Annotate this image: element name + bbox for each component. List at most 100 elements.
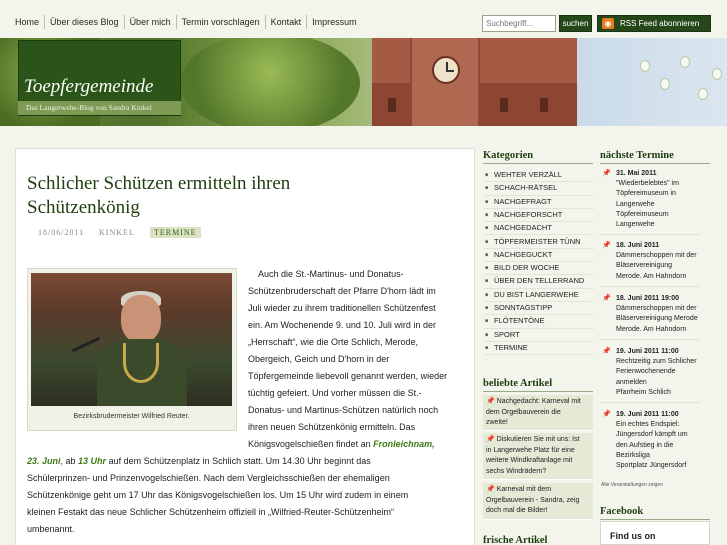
nav-suggest-event[interactable]: Termin vorschlagen	[175, 15, 265, 29]
balloons-image	[630, 48, 727, 126]
body-line: ihren neuen Schützenkönig ermitteln. Das	[248, 422, 416, 432]
event-date: 19. Juni 2011 11:00	[616, 411, 679, 418]
event-date: 18. Juni 2011 19:00	[616, 295, 680, 302]
body-line: Schützenkönige geht um 17 Uhr das Königs…	[27, 490, 409, 500]
event-item[interactable]: 📌 19. Juni 2011 11:00 Ein echtes Endspie…	[600, 410, 700, 475]
highlight-link[interactable]: Fronleichnam,	[373, 439, 435, 449]
event-text: Ein echtes Endspiel:	[616, 421, 680, 429]
window	[540, 98, 548, 112]
post-title-line: Schlicher Schützen ermitteln ihren	[27, 173, 291, 194]
nav-home[interactable]: Home	[10, 15, 44, 29]
category-item[interactable]: ÜBER DEN TELLERRAND	[484, 275, 594, 289]
category-item[interactable]: NACHGEGUCKT	[484, 249, 594, 263]
search-input[interactable]	[482, 15, 556, 32]
category-item[interactable]: SCHACH-RÄTSEL	[484, 182, 594, 196]
pin-icon: 📌	[486, 398, 495, 405]
body-line: Königsvogelschießen findet an Fronleichn…	[248, 436, 435, 453]
event-text: Ferienwochenende	[616, 368, 676, 376]
body-line: Donatus- und Martinus-Schützen natürlich…	[248, 405, 439, 415]
clock-icon	[432, 56, 460, 84]
category-item[interactable]: SPORT	[484, 329, 594, 342]
event-text: Dämmerschoppen mit der	[616, 305, 697, 313]
event-date: 19. Juni 2011 11:00	[616, 348, 679, 355]
body-line: 23. Juni, ab 13 Uhr auf dem Schützenplat…	[27, 453, 371, 470]
body-line: Obergeich, Geich und D'horn in der	[248, 354, 390, 364]
body-line: Schützenbruderschaft der Pfarre D'horn l…	[248, 286, 436, 296]
post-author[interactable]: KINKEL	[99, 228, 135, 237]
category-item[interactable]: NACHGEFRAGT	[484, 196, 594, 209]
facebook-find-us: Find us on	[610, 531, 656, 541]
event-item[interactable]: 📌 18. Juni 2011 19:00 Dämmerschoppen mit…	[600, 294, 700, 340]
category-item[interactable]: WEHTER VERZÄLL	[484, 169, 594, 183]
event-text: Merode. Am Hahndorn	[616, 272, 687, 280]
popular-text: Diskutieren Sie mit uns: Ist	[496, 436, 580, 443]
category-item[interactable]: TÖPFERMEISTER TÜNN	[484, 236, 594, 249]
body-line: Juli wieder zu ihrem traditionellen Schü…	[248, 303, 436, 313]
rss-label: RSS Feed abonnieren	[620, 19, 700, 28]
popular-item[interactable]: 📌 Karneval mit dem Orgelbauverein - Sand…	[483, 483, 593, 520]
category-item[interactable]: BILD DER WOCHE	[484, 262, 594, 276]
category-item[interactable]: SONNTAGSTIPP	[484, 302, 594, 316]
pin-icon: 📌	[602, 295, 611, 302]
post-title[interactable]: Schlicher Schützen ermitteln ihren Schüt…	[27, 172, 427, 220]
photo-face	[121, 295, 161, 343]
category-item[interactable]: NACHGEFORSCHT	[484, 209, 594, 223]
category-item[interactable]: NACHGEDACHT	[484, 222, 594, 236]
highlight-link[interactable]: 13 Uhr	[78, 456, 106, 466]
post-title-line: Schützenkönig	[27, 197, 140, 218]
event-item[interactable]: 📌 31. Mai 2011 "Wiederbelebtes" im Töpfe…	[600, 169, 700, 236]
tree-center-image	[180, 38, 360, 126]
highlight-link[interactable]: 23. Juni	[27, 456, 61, 466]
body-line: tüchtig gefeiert. Und vorher müssen die …	[248, 388, 422, 398]
main-nav: Home Über dieses Blog Über mich Termin v…	[10, 15, 362, 29]
rss-subscribe-button[interactable]: ◉ RSS Feed abonnieren	[597, 15, 711, 32]
events-heading: nächste Termine	[600, 150, 710, 164]
category-item[interactable]: DU BIST LANGERWEHE	[484, 289, 594, 302]
body-line: ein. Am Wochenende 9. und 10. Juli wird …	[248, 320, 436, 330]
event-text: den Aufstieg in die	[616, 441, 674, 449]
event-text: anmelden	[616, 378, 647, 386]
body-line: umbenannt.	[27, 524, 75, 534]
nav-contact[interactable]: Kontakt	[264, 15, 307, 29]
pin-icon: 📌	[486, 486, 495, 493]
rss-icon: ◉	[602, 18, 614, 29]
search-button[interactable]: suchen	[559, 15, 592, 32]
category-item[interactable]: FLÖTENTÖNE	[484, 315, 594, 329]
post-tag[interactable]: TERMINE	[150, 227, 201, 238]
event-text: Pfarrheim Schlich	[616, 388, 671, 396]
post-date: 18/06/2011	[38, 228, 85, 237]
event-text: "Wiederbelebtes" im	[616, 180, 679, 188]
nav-imprint[interactable]: Impressum	[306, 15, 362, 29]
popular-heading: beliebte Artikel	[483, 378, 593, 392]
post-photo[interactable]	[31, 273, 232, 406]
event-text: Langerwehe	[616, 221, 655, 229]
site-title[interactable]: Toepfergemeinde	[24, 76, 153, 98]
popular-item[interactable]: 📌 Diskutieren Sie mit uns: Ist in Langer…	[483, 433, 593, 480]
all-events-link[interactable]: Alle Veranstaltungen zeigen	[601, 482, 663, 488]
event-text: Töpfereimuseum	[616, 210, 669, 218]
event-item[interactable]: 📌 18. Juni 2011 Dämmerschoppen mit der B…	[600, 241, 700, 287]
event-text: Langerwehe	[616, 200, 655, 208]
popular-text: Orgelbauverein - Sandra, zeig	[486, 496, 580, 504]
body-line: Töpfergemeinde liebevoll genannt werden,…	[248, 371, 448, 381]
popular-item[interactable]: 📌 Nachgedacht: Karneval mit dem Orgelbau…	[483, 395, 593, 431]
nav-about-blog[interactable]: Über dieses Blog	[44, 15, 124, 29]
popular-text: dem Orgelbauverein die	[486, 408, 561, 416]
pin-icon: 📌	[602, 348, 611, 355]
body-text: auf dem Schützenplatz in Schlich statt. …	[108, 456, 371, 466]
body-line: „Herrschaft“, wie die Orte Schlich, Mero…	[248, 337, 419, 347]
window	[388, 98, 396, 112]
event-item[interactable]: 📌 19. Juni 2011 11:00 Rechtzeitig zum Sc…	[600, 347, 700, 404]
event-text: Jüngersdorf kämpft um	[616, 431, 688, 439]
nav-about-me[interactable]: Über mich	[123, 15, 176, 29]
facebook-heading: Facebook	[600, 506, 710, 520]
pin-icon: 📌	[602, 242, 611, 249]
event-text: Bläservereinigung	[616, 262, 673, 270]
body-text: , ab	[60, 456, 76, 466]
event-text: Sportplatz Jüngersdorf	[616, 462, 687, 470]
site-subtitle: Das Langerwehe-Blog von Sandra Kinkel	[18, 101, 181, 115]
body-line: Schülerprinzen- und Prinzenvogelschießen…	[27, 473, 390, 483]
category-item[interactable]: TERMINE	[484, 342, 594, 356]
popular-text: weitere Windkraftanlage mit	[486, 457, 573, 464]
event-date: 18. Juni 2011	[616, 242, 660, 249]
